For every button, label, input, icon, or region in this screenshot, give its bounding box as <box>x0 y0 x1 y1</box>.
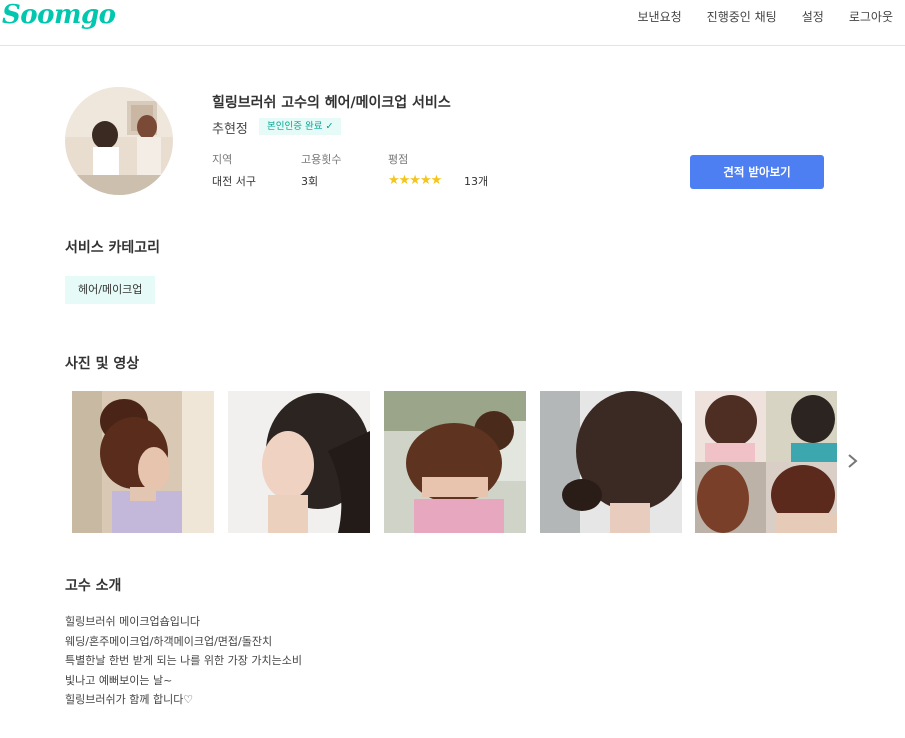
hires-value: 3회 <box>301 175 319 188</box>
nav-logout[interactable]: 로그아웃 <box>849 8 893 25</box>
gallery-photo-4[interactable] <box>540 391 682 533</box>
gallery-photo-3[interactable] <box>384 391 526 533</box>
photos-title: 사진 및 영상 <box>65 356 140 372</box>
soomgo-logo[interactable]: Soomgo <box>2 0 116 30</box>
check-icon: ✓ <box>325 121 334 132</box>
intro-line: 웨딩/혼주메이크업/하객메이크업/면접/돌잔치 <box>65 634 273 648</box>
gallery-photo-5[interactable] <box>695 391 837 533</box>
intro-text: 힐링브러쉬 메이크업숍입니다 웨딩/혼주메이크업/하객메이크업/면접/돌잔치 특… <box>65 612 302 710</box>
get-quote-button[interactable]: 견적 받아보기 <box>690 155 824 189</box>
gallery-photo-2[interactable] <box>228 391 370 533</box>
intro-line: 특별한날 한번 받게 되는 나를 위한 가장 가치는소비 <box>65 654 302 667</box>
top-header: Soomgo 보낸요청 진행중인 채팅 설정 로그아웃 <box>0 0 905 46</box>
intro-line: 힐링브러쉬가 함께 합니다♡ <box>65 693 194 706</box>
category-tag-hair-makeup: 헤어/메이크업 <box>65 276 156 304</box>
intro-line: 힐링브러쉬 메이크업숍입니다 <box>65 615 201 628</box>
nav-sent-requests[interactable]: 보낸요청 <box>638 8 682 25</box>
profile-avatar <box>65 87 173 195</box>
verified-badge: 본인인증 완료 ✓ <box>259 118 342 135</box>
rating-label: 평점 <box>388 153 409 166</box>
rating-stars-icon: ★★★★★ <box>388 173 442 188</box>
gallery-next-chevron-icon[interactable] <box>843 449 863 473</box>
review-count[interactable]: 13개 <box>464 173 488 189</box>
top-nav: 보낸요청 진행중인 채팅 설정 로그아웃 <box>613 8 894 25</box>
intro-title: 고수 소개 <box>65 578 122 594</box>
pro-service-title: 힐링브러쉬 고수의 헤어/메이크업 서비스 <box>212 95 451 111</box>
nav-chats-in-progress[interactable]: 진행중인 채팅 <box>707 8 777 25</box>
pro-name: 추현정 <box>212 122 248 137</box>
gallery-photo-1[interactable] <box>72 391 214 533</box>
nav-settings[interactable]: 설정 <box>802 8 824 25</box>
service-category-title: 서비스 카테고리 <box>65 240 161 256</box>
region-value: 대전 서구 <box>212 175 256 188</box>
region-label: 지역 <box>212 153 233 166</box>
hires-label: 고용횟수 <box>301 153 342 166</box>
verified-badge-label: 본인인증 완료 <box>267 121 323 132</box>
intro-line: 빛나고 예뻐보이는 날~ <box>65 673 173 687</box>
